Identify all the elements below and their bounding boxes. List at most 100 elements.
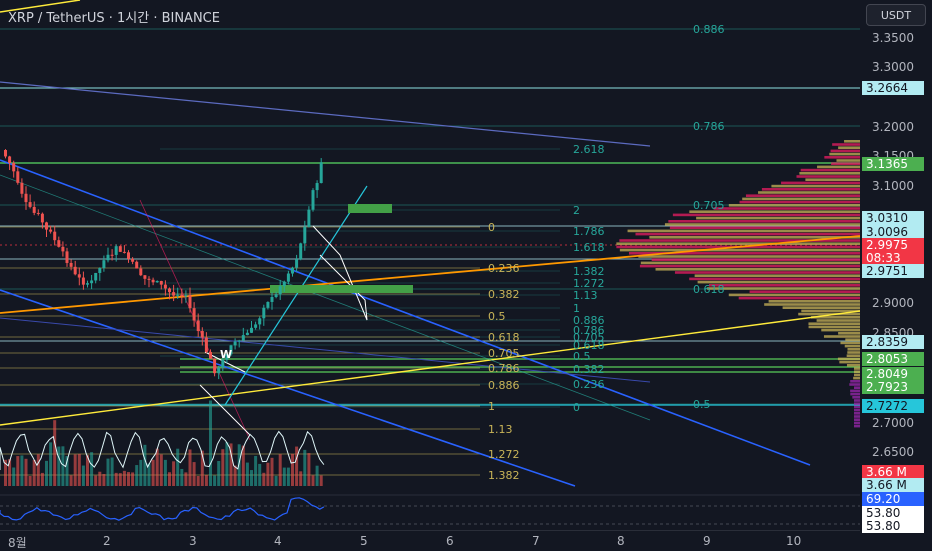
volume-bar xyxy=(139,460,142,486)
candle xyxy=(156,281,159,282)
candle xyxy=(94,273,97,280)
volume-profile-bar xyxy=(638,255,860,258)
price-label: 2.7923 xyxy=(862,380,924,394)
fib-label: 2.618 xyxy=(573,143,605,156)
candle xyxy=(254,324,257,327)
symbol-title[interactable]: XRP / TetherUS · 1시간 · BINANCE xyxy=(8,7,220,26)
volume-bar xyxy=(20,455,23,486)
volume-profile-bar xyxy=(845,345,860,348)
volume-bar xyxy=(303,450,306,486)
target-box xyxy=(270,285,413,293)
volume-bar xyxy=(57,447,60,486)
volume-bar xyxy=(279,454,282,486)
candle xyxy=(4,150,7,156)
volume-bar xyxy=(189,450,192,486)
volume-profile-bar xyxy=(783,306,860,309)
fib-label: 0.705 xyxy=(693,199,725,212)
time-tick: 4 xyxy=(274,534,282,548)
fib-label: 0.5 xyxy=(693,398,711,411)
price-label: 2.8049 xyxy=(862,367,924,381)
volume-bar xyxy=(156,449,159,486)
volume-bar xyxy=(107,459,110,486)
fib-label: 0.618 xyxy=(693,283,725,296)
volume-bar xyxy=(316,466,319,486)
fib-label: 0.236 xyxy=(488,262,520,275)
price-label: 53.80 xyxy=(862,506,924,520)
volume-profile-bar xyxy=(839,361,860,364)
volume-bar xyxy=(37,454,40,486)
price-tick: 3.3500 xyxy=(872,31,914,45)
price-tick: 3.1000 xyxy=(872,179,914,193)
volume-profile-bar xyxy=(616,242,860,245)
volume-profile-bar xyxy=(809,326,860,329)
volume-profile-bar xyxy=(832,143,860,146)
candle xyxy=(74,267,77,274)
price-label: 2.7272 xyxy=(862,399,924,413)
price-tick: 2.9000 xyxy=(872,296,914,310)
fib-label: 0 xyxy=(573,401,580,414)
currency-button[interactable]: USDT xyxy=(866,4,926,26)
candle xyxy=(250,328,253,333)
candle xyxy=(90,280,93,283)
volume-bar xyxy=(254,456,257,486)
fib-label: 0.886 xyxy=(488,379,520,392)
candle xyxy=(131,259,134,262)
candle xyxy=(184,295,187,296)
rsi-line xyxy=(0,498,324,520)
volume-bar xyxy=(160,454,163,486)
time-axis[interactable]: 8월 2 3 4 5 6 7 8 9 10 xyxy=(0,530,860,551)
price-label: 2.9975 xyxy=(862,238,924,252)
candle xyxy=(172,292,175,295)
volume-bar xyxy=(74,454,77,486)
volume-bar xyxy=(250,470,253,486)
volume-bar xyxy=(271,458,274,486)
price-label: 2.8359 xyxy=(862,335,924,349)
time-tick: 2 xyxy=(103,534,111,548)
volume-bar xyxy=(135,465,138,486)
volume-profile-bar xyxy=(714,207,860,210)
time-tick: 6 xyxy=(446,534,454,548)
volume-bar xyxy=(266,463,269,486)
volume-profile-bar xyxy=(665,223,860,226)
candle xyxy=(37,213,40,214)
candle xyxy=(209,352,212,359)
fib-label: 0.236 xyxy=(573,378,605,391)
volume-profile-bar xyxy=(801,169,860,172)
candle xyxy=(107,255,110,260)
candle xyxy=(299,243,302,259)
volume-bar xyxy=(143,445,146,486)
fib-label: 0.382 xyxy=(488,288,520,301)
candle xyxy=(33,207,36,213)
price-label: 2.8053 xyxy=(862,352,924,366)
volume-profile-bar xyxy=(675,271,860,274)
candle xyxy=(246,333,249,335)
fib-label: 0.705 xyxy=(488,347,520,360)
candle xyxy=(217,368,220,373)
time-tick: 5 xyxy=(360,534,368,548)
candle xyxy=(316,183,319,190)
candle xyxy=(266,302,269,308)
volume-profile-bar xyxy=(847,364,860,367)
candle xyxy=(197,321,200,331)
volume-bar xyxy=(176,449,179,486)
volume-profile-bar xyxy=(845,338,860,341)
price-chart[interactable]: 0.886 0.786 0.705 0.618 0.5 2.618 2 1.786 1.618 1… xyxy=(0,0,860,530)
volume-profile-bar xyxy=(769,300,860,303)
candle xyxy=(82,278,85,285)
fib-label: 1.382 xyxy=(488,469,520,482)
candle xyxy=(283,282,286,287)
volume-profile-bar xyxy=(709,284,860,287)
time-tick: 8 xyxy=(617,534,625,548)
candle xyxy=(135,262,138,269)
candle xyxy=(16,171,19,182)
volume-profile-bar xyxy=(620,249,860,252)
price-tick: 2.7000 xyxy=(872,416,914,430)
target-box xyxy=(348,204,392,213)
volume-profile-bar xyxy=(838,146,860,149)
candle xyxy=(119,246,122,252)
volume-bar xyxy=(25,459,28,486)
volume-profile-bar xyxy=(821,329,860,332)
volume-bar xyxy=(217,461,220,486)
volume-profile-bar xyxy=(799,172,860,175)
volume-profile-bar xyxy=(847,354,860,357)
